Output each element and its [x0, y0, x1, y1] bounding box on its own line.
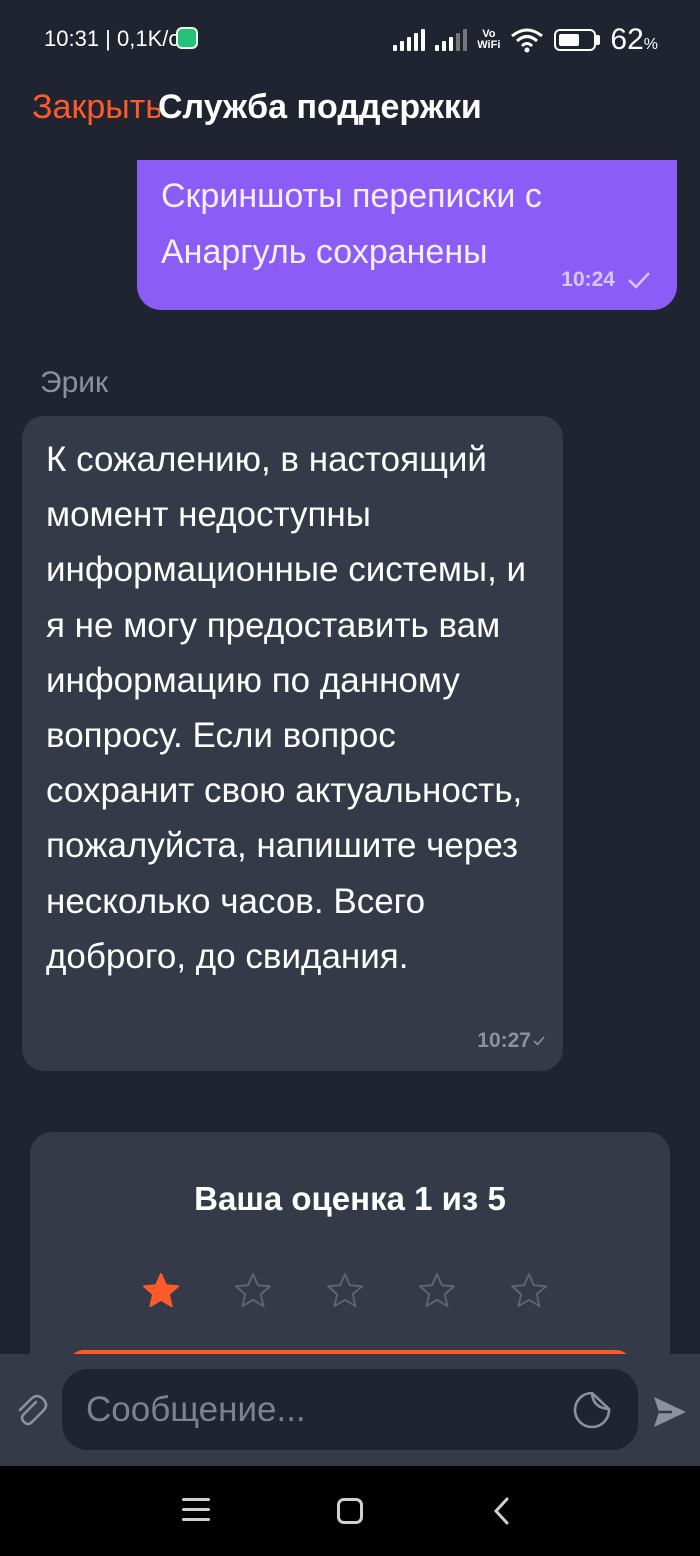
message-text: К сожалению, в настоящий момент недоступ… [46, 440, 527, 976]
home-button[interactable] [337, 1498, 363, 1524]
battery-icon [554, 29, 601, 51]
star-outline-icon[interactable] [510, 1272, 548, 1310]
paperclip-icon[interactable] [14, 1394, 48, 1428]
chat-area[interactable]: Скриншоты переписки с Анаргуль сохранены… [0, 160, 700, 1354]
status-time: 10:31 | 0,1K/c [44, 26, 180, 51]
recent-apps-button[interactable] [182, 1498, 210, 1522]
back-icon[interactable] [492, 1496, 512, 1526]
wifi-icon [511, 28, 544, 53]
outgoing-message[interactable]: Скриншоты переписки с Анаргуль сохранены… [137, 160, 677, 310]
check-icon [628, 272, 650, 289]
incoming-message[interactable]: К сожалению, в настоящий момент недоступ… [22, 416, 563, 1071]
rating-title: Ваша оценка 1 из 5 [194, 1180, 506, 1217]
sender-name: Эрик [40, 366, 109, 399]
app-notification-icon [176, 27, 198, 49]
send-icon[interactable] [652, 1394, 688, 1430]
status-bar: 10:31 | 0,1K/c Vo WiFi 62% [0, 0, 700, 80]
star-outline-icon[interactable] [418, 1272, 456, 1310]
signal-icon [435, 29, 468, 51]
star-outline-icon[interactable] [326, 1272, 364, 1310]
star-filled-icon[interactable] [142, 1272, 180, 1310]
page-title: Служба поддержки [158, 88, 482, 126]
message-time: 10:27 [477, 1029, 531, 1052]
sticker-icon[interactable] [572, 1390, 612, 1430]
status-icons: Vo WiFi 62% [393, 22, 658, 58]
message-meta: 10:27 [477, 1029, 545, 1053]
vowifi-icon: Vo WiFi [477, 28, 501, 51]
rating-card: Ваша оценка 1 из 5 [30, 1132, 670, 1354]
message-time: 10:24 [561, 268, 615, 291]
close-button[interactable]: Закрыть [32, 88, 160, 127]
message-meta: 10:24 [561, 268, 651, 292]
message-input[interactable] [62, 1369, 638, 1450]
star-outline-icon[interactable] [234, 1272, 272, 1310]
message-text: Скриншоты переписки с Анаргуль сохранены [161, 177, 542, 271]
signal-icon [393, 29, 426, 51]
battery-percent: 62% [610, 23, 658, 56]
check-icon [533, 1036, 545, 1046]
rating-stars [142, 1272, 548, 1310]
